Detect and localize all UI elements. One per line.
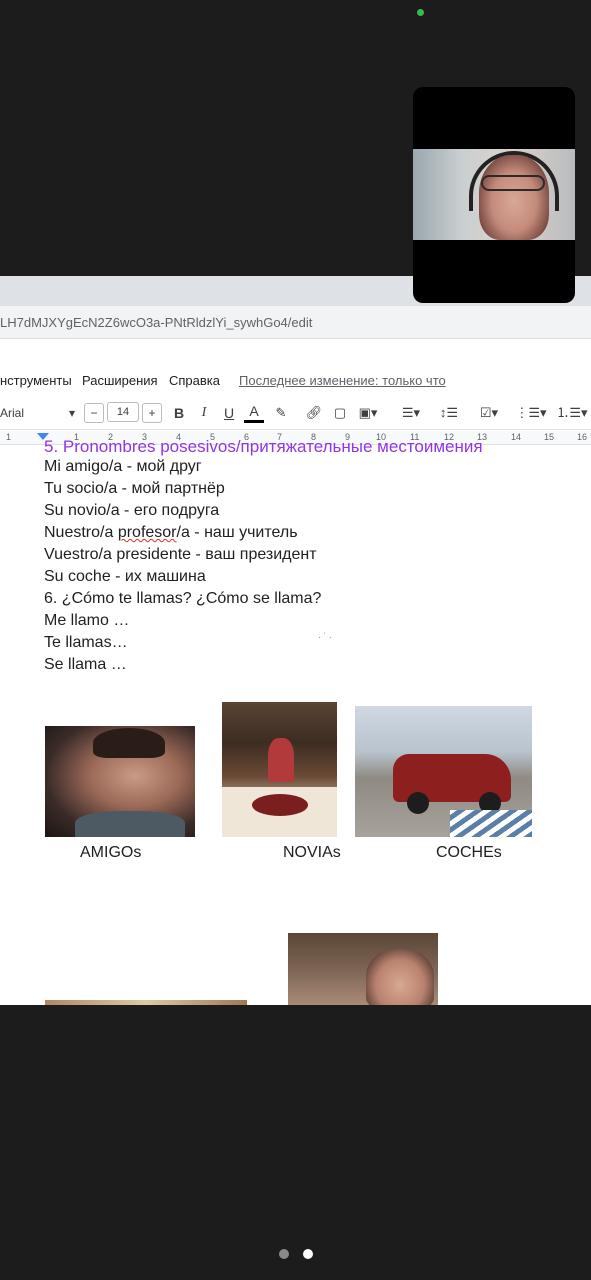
- page-indicator-dot[interactable]: [279, 1249, 289, 1259]
- comment-icon[interactable]: ▢: [330, 403, 350, 423]
- text-color-button[interactable]: A: [244, 403, 264, 423]
- last-edit-link[interactable]: Последнее изменение: только что: [239, 373, 446, 388]
- align-icon[interactable]: ☰▾: [397, 403, 425, 423]
- spellcheck-word[interactable]: profesor: [118, 524, 177, 541]
- face: [366, 949, 434, 1005]
- glasses: [481, 175, 545, 191]
- text-line: Vuestro/a presidente - ваш президент: [44, 546, 317, 563]
- shared-screen: LH7dMJXYgEcN2Z6wcO3a-PNtRldzlYi_sywhGo4/…: [0, 276, 591, 1005]
- plate: [252, 794, 308, 816]
- parking-lines: [450, 810, 532, 837]
- image-friend-photo[interactable]: [45, 726, 195, 837]
- image-car-photo[interactable]: [355, 706, 532, 837]
- participant-video-tile[interactable]: [413, 87, 575, 303]
- line-spacing-icon[interactable]: ↕☰: [438, 403, 460, 423]
- text-segment: Nuestro/a: [44, 524, 118, 541]
- shirt: [75, 811, 185, 837]
- ruler-tick: 1: [6, 432, 12, 442]
- camera-indicator: [417, 9, 424, 16]
- underline-button[interactable]: U: [220, 403, 238, 423]
- menu-help[interactable]: Справка: [169, 373, 220, 388]
- increase-font-button[interactable]: +: [142, 403, 162, 423]
- image-woman-photo[interactable]: [288, 933, 438, 1005]
- image-girlfriend-photo[interactable]: [222, 702, 337, 837]
- address-bar[interactable]: LH7dMJXYgEcN2Z6wcO3a-PNtRldzlYi_sywhGo4/…: [0, 306, 591, 339]
- docs-menubar: нструменты Расширения Справка Последнее …: [0, 368, 591, 394]
- page-indicator-dot-active[interactable]: [303, 1249, 313, 1259]
- ruler-tick: 14: [511, 432, 522, 442]
- font-family-select[interactable]: Arial: [0, 403, 50, 423]
- wheel: [407, 792, 429, 814]
- hair: [93, 728, 165, 758]
- section-heading: 5. Pronombres posesivos/притяжательные м…: [44, 437, 483, 456]
- cursor-sparkle: ·˙·: [318, 632, 334, 643]
- ruler-tick: 15: [544, 432, 555, 442]
- chevron-down-icon[interactable]: ▾: [66, 403, 78, 423]
- text-segment: /a - наш учитель: [176, 524, 298, 541]
- caption-novias: NOVIAs: [283, 844, 341, 861]
- decrease-font-button[interactable]: −: [84, 403, 104, 423]
- participant-video: [413, 149, 575, 240]
- text-line: Se llama …: [44, 656, 127, 673]
- numbered-list-icon[interactable]: ⒈☰▾: [555, 403, 589, 423]
- url-text: LH7dMJXYgEcN2Z6wcO3a-PNtRldzlYi_sywhGo4/…: [0, 315, 313, 330]
- checklist-icon[interactable]: ☑▾: [472, 403, 506, 423]
- text-line: Nuestro/a profesor/a - наш учитель: [44, 522, 483, 544]
- caption-amigos: AMIGOs: [80, 844, 142, 861]
- docs-toolbar: Arial ▾ − 14 + B I U A ✎ 🔗︎ ▢ ▣▾ ☰▾ ↕☰ ☑…: [0, 396, 591, 430]
- text-line: Me llamo …: [44, 612, 130, 629]
- text-line: Su novio/a - его подруга: [44, 502, 220, 519]
- text-line: Tu socio/a - мой партнёр: [44, 480, 225, 497]
- document-body[interactable]: 5. Pronombres posesivos/притяжательные м…: [44, 436, 483, 676]
- participant-face: [479, 155, 549, 240]
- text-line: Su coche - их машина: [44, 568, 206, 585]
- font-size-input[interactable]: 14: [107, 402, 139, 422]
- menu-tools[interactable]: нструменты: [0, 373, 72, 388]
- woman: [268, 738, 294, 782]
- link-icon[interactable]: 🔗︎: [304, 403, 324, 423]
- image-icon[interactable]: ▣▾: [355, 403, 381, 423]
- text-line: 6. ¿Cómo te llamas? ¿Cómo se llama?: [44, 590, 322, 607]
- bold-button[interactable]: B: [170, 403, 188, 423]
- italic-button[interactable]: I: [195, 403, 213, 423]
- bullet-list-icon[interactable]: ⋮☰▾: [514, 403, 548, 423]
- caption-coches: COCHEs: [436, 844, 502, 861]
- menu-extensions[interactable]: Расширения: [82, 373, 158, 388]
- text-line: Te llamas…: [44, 634, 128, 651]
- ruler-tick: 16: [577, 432, 588, 442]
- highlight-icon[interactable]: ✎: [271, 403, 291, 423]
- text-line: Mi amigo/a - мой друг: [44, 458, 202, 475]
- call-background-bottom: [0, 1005, 591, 1280]
